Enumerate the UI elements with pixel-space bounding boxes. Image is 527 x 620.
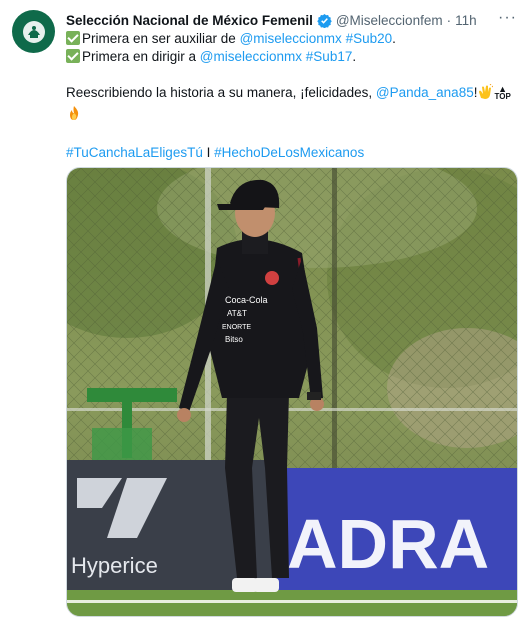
jersey-sponsor-4: Bitso [225, 335, 243, 344]
hashtag-separator: I [202, 145, 215, 160]
check-mark-emoji [66, 31, 80, 45]
tweet-line-4 [66, 105, 515, 126]
tweet-text: Primera en ser auxiliar de @miseleccionm… [66, 30, 515, 162]
check-mark-emoji [66, 49, 80, 63]
tweet-photo[interactable]: Hyperice ADRA Coca-Cola AT&T ENORTE Bits… [66, 167, 518, 617]
jersey-sponsor-3: ENORTE [222, 324, 251, 331]
tweet-line-2: Primera en dirigir a @miseleccionmx #Sub… [66, 48, 515, 66]
fire-emoji [66, 105, 82, 126]
tweet-hashtags-line: #TuCanchaLaEligesTú I #HechoDeLosMexican… [66, 144, 515, 162]
tweet-line-3: Reescribiendo la historia a su manera, ¡… [66, 83, 515, 105]
tweet-line-1: Primera en ser auxiliar de @miseleccionm… [66, 30, 515, 48]
clapping-hands-emoji [477, 83, 494, 105]
federation-crest-icon [22, 20, 45, 43]
author-handle[interactable]: @Miseleccionfem [336, 13, 443, 28]
author-display-name[interactable]: Selección Nacional de México Femenil [66, 13, 313, 28]
tweet-timestamp[interactable]: 11h [455, 13, 477, 28]
line-2-period: . [352, 49, 357, 64]
mention-miseleccionmx-1[interactable]: @miseleccionmx [240, 31, 342, 46]
line-1-period: . [392, 31, 396, 46]
jersey-sponsor-2: AT&T [227, 309, 247, 318]
jersey-sponsor-1: Coca-Cola [225, 295, 268, 305]
hashtag-sub17[interactable]: #Sub17 [306, 49, 353, 64]
tweet-header: Selección Nacional de México Femenil @Mi… [66, 9, 517, 29]
mention-miseleccionmx-2[interactable]: @miseleccionmx [200, 49, 302, 64]
line-2-text: Primera en dirigir a [82, 49, 200, 64]
banner-hyperice: Hyperice [71, 553, 158, 578]
hashtag-sub20[interactable]: #Sub20 [346, 31, 393, 46]
verified-badge-icon [317, 13, 332, 28]
hashtag-tucanchalaeligestu[interactable]: #TuCanchaLaEligesTú [66, 145, 203, 160]
line-3-text: Reescribiendo la historia a su manera, ¡… [66, 85, 376, 100]
banner-adra: ADRA [287, 505, 489, 583]
photo-coach-on-pitch: Hyperice ADRA Coca-Cola AT&T ENORTE Bits… [67, 168, 517, 616]
header-separator: · [446, 12, 452, 28]
more-options-icon[interactable]: ··· [498, 9, 517, 27]
avatar[interactable] [12, 10, 55, 53]
hashtag-hechodelosmexicanos[interactable]: #HechoDeLosMexicanos [214, 145, 364, 160]
top-badge-text: TOP [494, 92, 511, 101]
mention-panda-ana85[interactable]: @Panda_ana85 [376, 85, 474, 100]
tweet-card[interactable]: Selección Nacional de México Femenil @Mi… [0, 0, 527, 620]
top-arrow-emoji: ▲ TOP [494, 84, 511, 101]
tweet-blank-line-2 [66, 126, 515, 144]
line-1-text: Primera en ser auxiliar de [82, 31, 240, 46]
